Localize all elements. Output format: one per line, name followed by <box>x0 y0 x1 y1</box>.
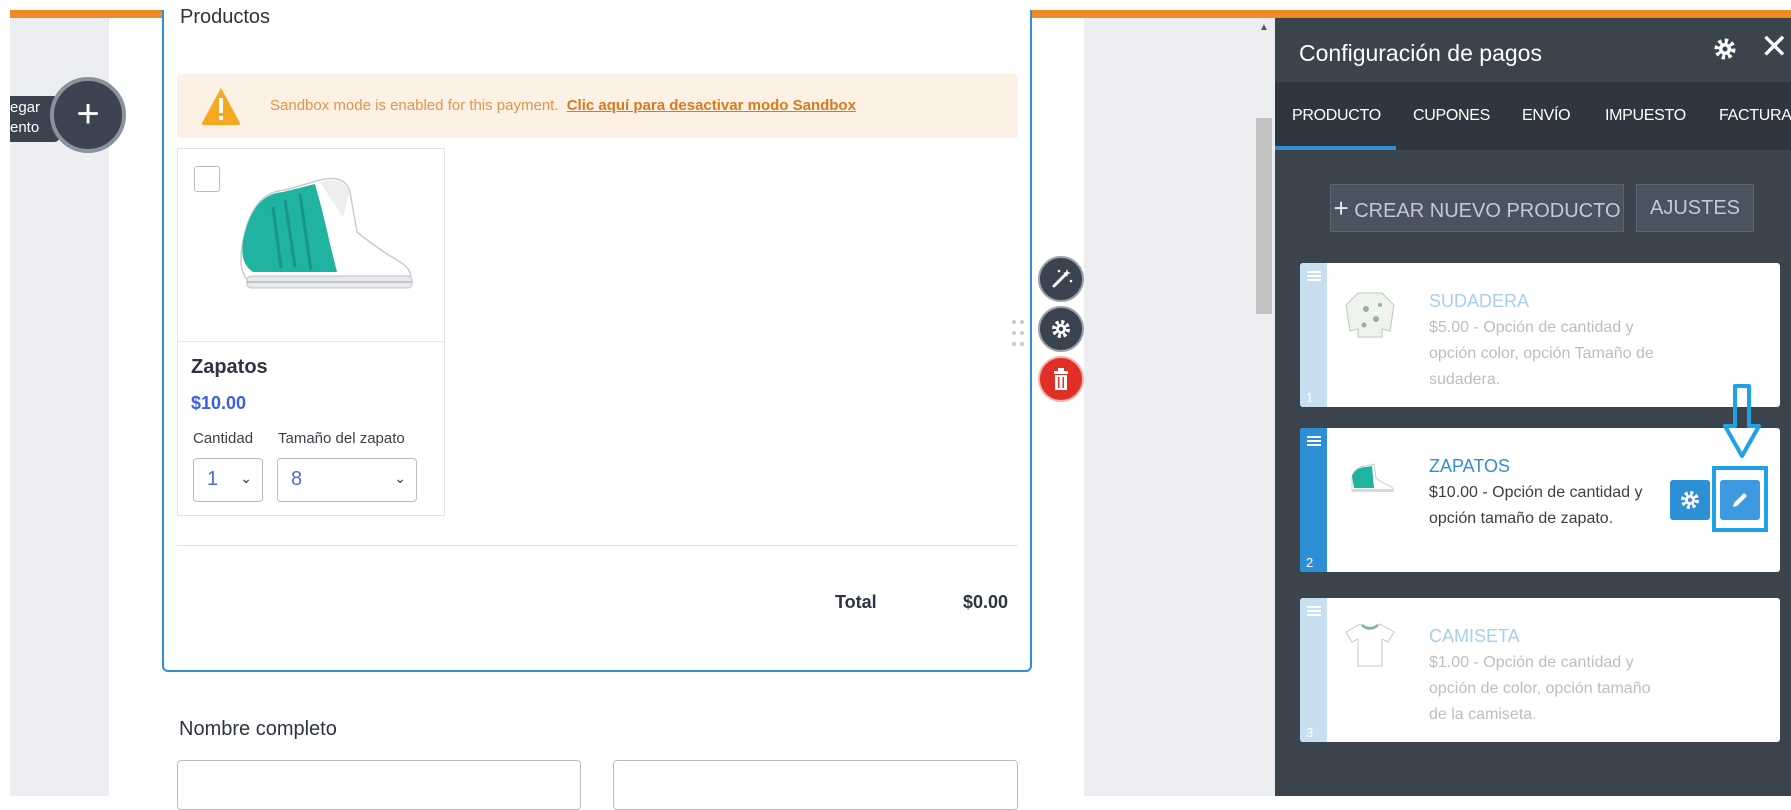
widget-settings-button[interactable] <box>1038 306 1084 352</box>
product-position: 1 <box>1306 390 1314 405</box>
product-list-item[interactable]: 3 CAMISETA $1.00 - Opción de cantidad y … <box>1300 598 1780 742</box>
sweatshirt-icon <box>1345 292 1395 338</box>
product-list-description: $1.00 - Opción de cantidad y opción de c… <box>1429 654 1651 723</box>
gear-icon <box>1681 491 1699 509</box>
plus-icon: + <box>1333 193 1349 223</box>
quantity-select[interactable]: 1 ⌄ <box>193 458 263 502</box>
tab-factura[interactable]: FACTURA <box>1719 107 1791 125</box>
gear-icon[interactable] <box>1712 36 1738 62</box>
settings-button[interactable]: AJUSTES <box>1636 184 1754 232</box>
create-product-button[interactable]: + CREAR NUEVO PRODUCTO <box>1330 184 1624 232</box>
arrow-down-icon <box>1723 384 1761 458</box>
shoe-size-select-value: 8 <box>291 468 303 490</box>
menu-icon <box>1307 606 1321 616</box>
full-name-label: Nombre completo <box>179 718 337 740</box>
first-name-input[interactable] <box>177 760 581 810</box>
products-heading: Productos <box>180 6 271 28</box>
quantity-select-value: 1 <box>207 468 219 490</box>
product-list-description: $5.00 - Opción de cantidad y opción colo… <box>1429 319 1654 388</box>
divider <box>177 545 1018 546</box>
warning-icon <box>201 88 241 125</box>
product-name: Zapatos <box>191 356 268 378</box>
product-list-item[interactable]: 1 SUDADERA $5.00 - Opción de cantidad y … <box>1300 263 1780 407</box>
drag-strip[interactable] <box>1300 598 1327 742</box>
product-position: 3 <box>1306 725 1314 740</box>
panel-title: Configuración de pagos <box>1299 40 1542 66</box>
add-element-button[interactable]: + <box>50 77 126 153</box>
product-list-description: $10.00 - Opción de cantidad y opción tam… <box>1429 484 1643 527</box>
product-price: $10.00 <box>191 393 247 413</box>
shoe-image <box>240 177 413 289</box>
sandbox-message-text: Sandbox mode is enabled for this payment… <box>270 97 559 114</box>
sandbox-message: Sandbox mode is enabled for this payment… <box>270 97 856 114</box>
tab-producto[interactable]: PRODUCTO <box>1292 107 1381 125</box>
product-list-name: CAMISETA <box>1429 626 1520 646</box>
magic-wand-icon <box>1052 269 1073 288</box>
shoe-size-select[interactable]: 8 ⌄ <box>277 458 417 502</box>
product-settings-button[interactable] <box>1670 480 1710 520</box>
product-list-name: SUDADERA <box>1429 291 1530 311</box>
drag-strip[interactable] <box>1300 263 1327 407</box>
total-value: $0.00 <box>963 592 1009 612</box>
delete-widget-button[interactable] <box>1038 356 1084 402</box>
product-list-name: ZAPATOS <box>1429 456 1511 476</box>
scroll-up-icon[interactable]: ▲ <box>1259 22 1269 33</box>
product-select-checkbox[interactable] <box>194 166 220 192</box>
shoe-icon <box>1351 463 1394 492</box>
plus-icon: + <box>76 92 100 136</box>
active-tab-indicator <box>1275 146 1396 150</box>
tab-cupones[interactable]: CUPONES <box>1413 107 1490 125</box>
tab-impuesto[interactable]: IMPUESTO <box>1605 107 1686 125</box>
disable-sandbox-link[interactable]: Clic aquí para desactivar modo Sandbox <box>567 97 856 114</box>
create-product-label: CREAR NUEVO PRODUCTO <box>1354 200 1621 222</box>
menu-icon <box>1307 271 1321 281</box>
total-label: Total <box>835 592 877 612</box>
drag-handle-icon[interactable] <box>1010 318 1026 348</box>
magic-wand-button[interactable] <box>1038 256 1084 302</box>
scrollbar-thumb[interactable] <box>1256 118 1272 314</box>
product-position: 2 <box>1306 555 1314 570</box>
chevron-down-icon: ⌄ <box>240 470 252 486</box>
gear-icon <box>1052 320 1070 338</box>
highlight-annotation <box>1712 466 1768 532</box>
last-name-input[interactable] <box>613 760 1018 810</box>
close-icon[interactable]: ✕ <box>1760 30 1789 64</box>
tshirt-icon <box>1345 623 1395 667</box>
menu-icon <box>1307 436 1321 446</box>
tab-envio[interactable]: ENVÍO <box>1522 107 1571 125</box>
trash-icon <box>1054 368 1068 390</box>
quantity-label: Cantidad <box>193 430 254 447</box>
shoe-size-label: Tamaño del zapato <box>278 430 405 447</box>
chevron-down-icon: ⌄ <box>394 470 406 486</box>
drag-strip[interactable] <box>1300 428 1327 572</box>
